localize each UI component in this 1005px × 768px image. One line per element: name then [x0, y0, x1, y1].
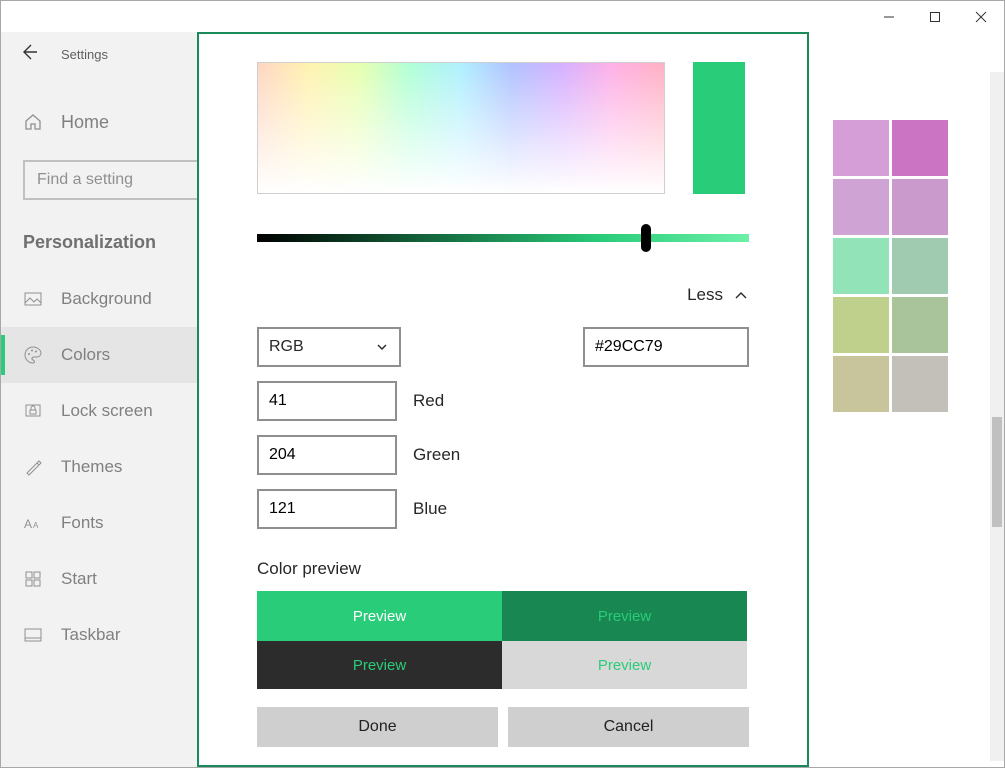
close-icon — [975, 11, 987, 23]
less-label: Less — [687, 285, 723, 305]
preview-title: Color preview — [257, 559, 749, 579]
color-swatch[interactable] — [892, 179, 948, 235]
settings-title: Settings — [61, 47, 108, 62]
nav-label: Fonts — [61, 513, 104, 533]
back-arrow-icon — [19, 42, 39, 62]
red-input[interactable] — [257, 381, 397, 421]
red-row: Red — [257, 381, 749, 421]
scrollbar-thumb[interactable] — [992, 417, 1002, 527]
done-button[interactable]: Done — [257, 707, 498, 747]
hex-input[interactable] — [583, 327, 749, 367]
slider-thumb[interactable] — [641, 224, 651, 252]
settings-window: Settings Home Personalization Background… — [0, 0, 1005, 768]
color-swatch-grid — [833, 120, 948, 412]
nav-label: Lock screen — [61, 401, 153, 421]
maximize-icon — [929, 11, 941, 23]
preview-grid: Preview Preview Preview Preview — [257, 591, 747, 689]
preview-accent-on-dark: Preview — [257, 641, 502, 689]
green-row: Green — [257, 435, 749, 475]
lightness-slider[interactable] — [257, 230, 749, 243]
start-icon — [23, 569, 43, 589]
home-icon — [23, 112, 43, 132]
color-mode-select[interactable]: RGB — [257, 327, 401, 367]
blue-row: Blue — [257, 489, 749, 529]
cancel-button[interactable]: Cancel — [508, 707, 749, 747]
color-swatch[interactable] — [892, 238, 948, 294]
blue-label: Blue — [413, 499, 447, 519]
nav-label: Themes — [61, 457, 122, 477]
preview-accent-on-dark-accent: Preview — [502, 591, 747, 641]
color-swatch[interactable] — [833, 238, 889, 294]
current-color-swatch — [693, 62, 745, 194]
color-swatch[interactable] — [892, 297, 948, 353]
chevron-down-icon — [375, 340, 389, 354]
svg-text:A: A — [24, 517, 32, 531]
lock-screen-icon — [23, 401, 43, 421]
nav-label: Colors — [61, 345, 110, 365]
color-swatch[interactable] — [833, 297, 889, 353]
svg-text:A: A — [33, 521, 39, 530]
picture-icon — [23, 289, 43, 309]
minimize-icon — [883, 11, 895, 23]
inputs-row: RGB — [257, 327, 749, 367]
less-toggle[interactable]: Less — [257, 285, 749, 305]
palette-icon — [23, 345, 43, 365]
hue-row — [257, 62, 749, 194]
nav-label: Start — [61, 569, 97, 589]
preview-accent-on-light: Preview — [257, 591, 502, 641]
minimize-button[interactable] — [866, 1, 912, 32]
nav-label: Background — [61, 289, 152, 309]
green-input[interactable] — [257, 435, 397, 475]
themes-icon — [23, 457, 43, 477]
scrollbar[interactable] — [990, 72, 1004, 761]
chevron-up-icon — [733, 287, 749, 303]
nav-label: Taskbar — [61, 625, 121, 645]
color-swatch[interactable] — [833, 356, 889, 412]
blue-input[interactable] — [257, 489, 397, 529]
titlebar — [1, 1, 1004, 32]
close-button[interactable] — [958, 1, 1004, 32]
back-button[interactable] — [19, 42, 39, 67]
home-label: Home — [61, 112, 109, 133]
color-swatch[interactable] — [833, 179, 889, 235]
slider-track — [257, 234, 749, 242]
color-swatch[interactable] — [833, 120, 889, 176]
saturation-field[interactable] — [257, 62, 665, 194]
dialog-buttons: Done Cancel — [257, 707, 749, 747]
maximize-button[interactable] — [912, 1, 958, 32]
color-mode-value: RGB — [269, 338, 304, 356]
color-swatch[interactable] — [892, 120, 948, 176]
green-label: Green — [413, 445, 460, 465]
preview-accent-on-gray: Preview — [502, 641, 747, 689]
color-picker-dialog: Less RGB Red Green Blue — [197, 32, 809, 767]
body: Settings Home Personalization Background… — [1, 32, 1004, 767]
fonts-icon: AA — [23, 513, 43, 533]
red-label: Red — [413, 391, 444, 411]
color-swatch[interactable] — [892, 356, 948, 412]
taskbar-icon — [23, 625, 43, 645]
